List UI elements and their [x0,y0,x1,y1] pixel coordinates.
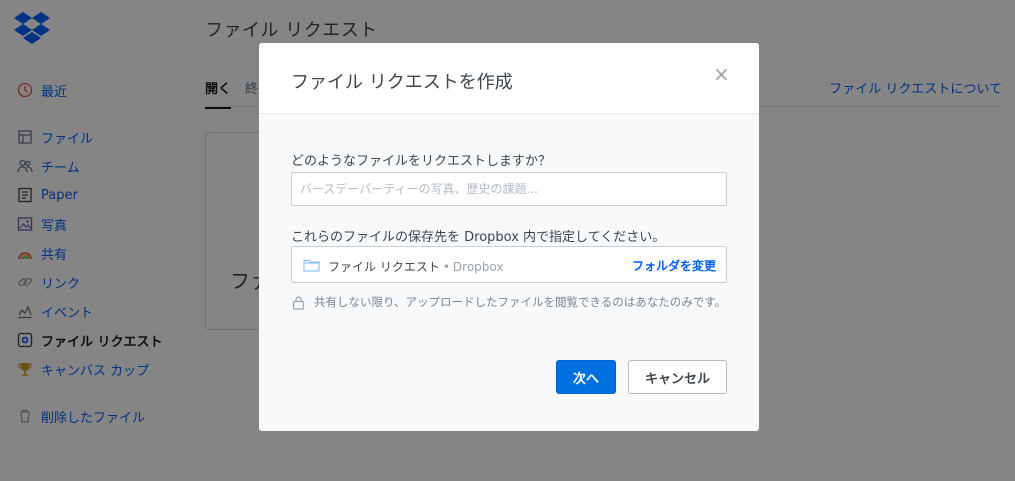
modal-title: ファイル リクエストを作成 [291,72,513,93]
privacy-note: 共有しない限り、アップロードしたファイルを閲覧できるのはあなたのみです。 [314,295,727,309]
folder-path: ファイル リクエスト • Dropbox [328,258,503,275]
change-folder-link[interactable]: フォルダを変更 [632,257,716,274]
request-title-input[interactable] [291,172,727,206]
next-button[interactable]: 次へ [556,360,616,394]
lock-icon [292,296,305,310]
request-question-label: どのようなファイルをリクエストしますか？ [291,154,552,169]
cancel-button[interactable]: キャンセル [628,360,727,394]
folder-name: ファイル リクエスト [328,260,440,274]
create-file-request-dialog: ファイル リクエストを作成 × どのようなファイルをリクエストしますか？ これら… [259,43,759,431]
folder-separator: • [442,260,450,274]
folder-icon [303,259,320,272]
close-icon[interactable]: × [713,64,730,84]
destination-folder-field: ファイル リクエスト • Dropbox フォルダを変更 [291,246,727,283]
destination-label: これらのファイルの保存先を Dropbox 内で指定してください。 [291,230,666,245]
folder-root: Dropbox [452,260,504,274]
modal-header: ファイル リクエストを作成 × [259,43,759,114]
